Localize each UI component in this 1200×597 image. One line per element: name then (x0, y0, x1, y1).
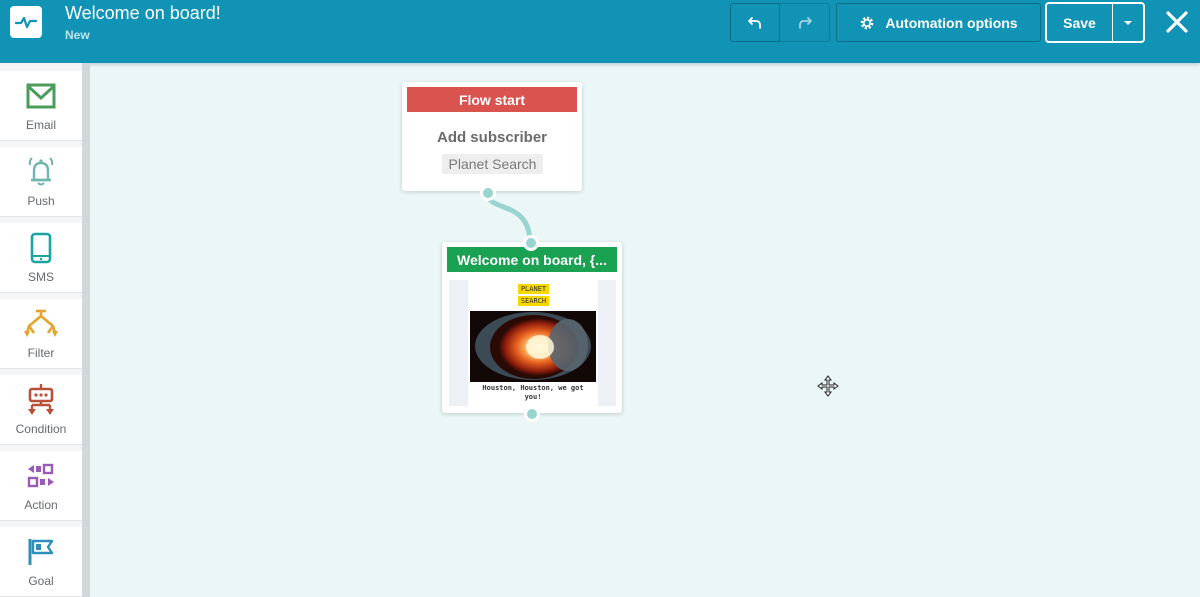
app-logo[interactable] (10, 6, 42, 38)
flag-icon (24, 535, 58, 569)
undo-icon (748, 16, 761, 29)
palette-item-push[interactable]: Push (0, 147, 82, 217)
caret-down-icon (1124, 20, 1132, 25)
close-icon (1166, 11, 1188, 33)
flow-canvas[interactable] (90, 63, 1200, 597)
pulse-icon (14, 16, 38, 29)
filter-icon (24, 307, 58, 341)
flow-status: New (65, 28, 90, 42)
email-preview: PLANET SEARCH Houston, Houston, we got y… (449, 280, 616, 406)
save-button[interactable]: Save (1047, 4, 1113, 41)
palette-label: Email (25, 118, 56, 132)
save-options-dropdown[interactable] (1113, 4, 1143, 41)
palette-item-sms[interactable]: SMS (0, 223, 82, 293)
palette-label: Goal (28, 574, 54, 588)
automation-options-label: Automation options (885, 14, 1018, 31)
preview-brand-line1: PLANET (518, 284, 549, 294)
trigger-action: Add subscriber (436, 129, 548, 146)
bell-icon (24, 155, 58, 189)
palette-label: Push (27, 194, 55, 208)
email-node-input-handle[interactable] (523, 235, 539, 251)
palette-label: Filter (27, 346, 55, 360)
flow-title[interactable]: Welcome on board! (65, 3, 221, 24)
automation-options-button[interactable]: Automation options (836, 3, 1041, 42)
redo-icon (798, 16, 812, 29)
palette-label: Condition (15, 422, 67, 436)
top-bar: Welcome on board! New Automation options… (0, 0, 1200, 63)
palette-item-goal[interactable]: Goal (0, 527, 82, 597)
gear-icon (861, 16, 874, 29)
palette-item-action[interactable]: Action (0, 451, 82, 521)
move-cursor-icon (817, 375, 839, 397)
condition-icon (24, 383, 58, 417)
preview-image (470, 311, 596, 382)
flow-start-node[interactable]: Flow start Add subscriber Planet Search (402, 82, 582, 191)
redo-button[interactable] (779, 3, 830, 42)
phone-icon (24, 231, 58, 265)
palette-item-filter[interactable]: Filter (0, 299, 82, 369)
preview-caption: Houston, Houston, we got you! (482, 384, 584, 401)
close-button[interactable] (1163, 8, 1191, 36)
subscriber-list-tag: Planet Search (442, 154, 543, 174)
action-icon (24, 459, 58, 493)
undo-button[interactable] (730, 3, 780, 42)
preview-brand-line2: SEARCH (518, 296, 549, 306)
flow-start-output-handle[interactable] (480, 185, 496, 201)
palette-label: Action (24, 498, 58, 512)
palette-item-condition[interactable]: Condition (0, 375, 82, 445)
element-palette: Email Push SMS Filter Condition Action G… (0, 63, 90, 597)
save-button-group: Save (1045, 2, 1145, 43)
palette-item-email[interactable]: Email (0, 71, 82, 141)
email-node-output-handle[interactable] (524, 406, 540, 422)
email-node[interactable]: Welcome on board, {... PLANET SEARCH Hou… (442, 242, 622, 413)
palette-label: SMS (27, 270, 54, 284)
email-icon (24, 79, 58, 113)
flow-start-header: Flow start (407, 87, 577, 112)
